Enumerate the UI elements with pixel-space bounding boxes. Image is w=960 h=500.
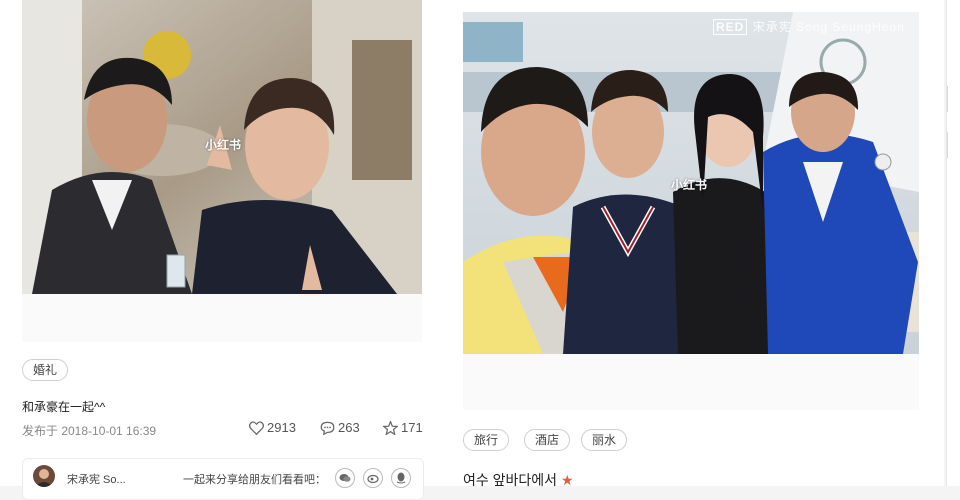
tag-wedding[interactable]: 婚礼 (22, 359, 69, 381)
like-button[interactable]: 2913 (249, 420, 296, 435)
heart-icon (249, 420, 264, 435)
left-post-card: 小红书 婚礼 和承豪在一起^^ 发布于 2018-10-01 16:39 291… (0, 0, 444, 500)
right-post-photo[interactable]: RED 宋承宪 Song SeungHeon 小红书 (463, 12, 919, 354)
qq-icon[interactable] (391, 468, 411, 488)
tag-travel[interactable]: 旅行 (463, 429, 510, 451)
wechat-icon[interactable] (335, 468, 355, 488)
comment-button[interactable]: 263 (320, 420, 360, 435)
share-prompt: 一起来分享给朋友们看看吧： (183, 474, 326, 486)
share-bar: 宋承宪 So... 一起来分享给朋友们看看吧： (22, 458, 424, 500)
avatar[interactable] (33, 465, 55, 487)
post-caption: 和承豪在一起^^ (22, 400, 106, 414)
favorite-button[interactable]: 171 (383, 420, 423, 435)
red-watermark: RED 宋承宪 Song SeungHeon (713, 18, 905, 35)
author-name[interactable]: 宋承宪 So... (67, 471, 126, 487)
side-divider (947, 132, 948, 158)
publish-date: 发布于 2018-10-01 16:39 (22, 424, 157, 438)
tag-hotel[interactable]: 酒店 (524, 429, 571, 451)
red-logo: RED (713, 19, 748, 35)
comment-count: 263 (338, 420, 360, 435)
side-divider (947, 86, 948, 112)
red-credit: 宋承宪 Song SeungHeon (752, 20, 905, 34)
photo-watermark: 小红书 (671, 178, 708, 192)
right-photo-padding (463, 354, 919, 410)
favorite-count: 171 (401, 420, 423, 435)
left-photo-padding (22, 294, 422, 342)
comment-icon (320, 421, 335, 435)
weibo-icon[interactable] (363, 468, 383, 488)
right-post-card: RED 宋承宪 Song SeungHeon 小红书 旅行 酒店 丽水 여수 앞… (444, 0, 944, 488)
photo-watermark: 小红书 (205, 138, 242, 152)
star-icon (383, 420, 398, 435)
like-count: 2913 (267, 420, 296, 435)
tag-yeosu[interactable]: 丽水 (581, 429, 628, 451)
side-panel-edge (946, 0, 960, 486)
post-caption: 여수 앞바다에서 ★ (463, 470, 574, 490)
left-post-photo[interactable]: 小红书 (22, 0, 422, 294)
